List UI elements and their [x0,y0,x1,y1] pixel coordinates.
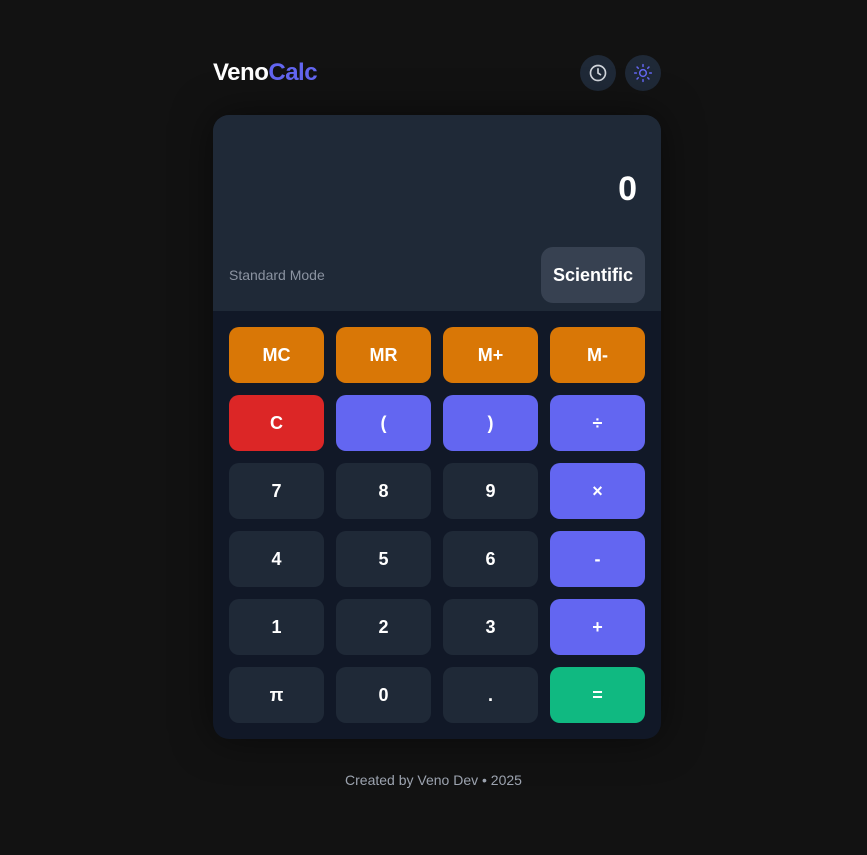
close-paren-button[interactable]: ) [443,395,538,451]
sun-icon [633,63,653,83]
digit-0-button[interactable]: 0 [336,667,431,723]
keypad: MC MR M+ M- C() ÷ 7 8 9 × 4 5 6- 1 2 3 + π 0. = [229,327,645,723]
multiply-button[interactable]: × [550,463,645,519]
memory-add-button[interactable]: M+ [443,327,538,383]
digit-7-button[interactable]: 7 [229,463,324,519]
clock-icon [589,64,607,82]
memory-subtract-button[interactable]: M- [550,327,645,383]
display-panel: 0 Standard Mode Scientific [213,115,661,311]
footer-credit: Created by Veno Dev • 2025 [345,772,522,788]
subtract-button[interactable]: - [550,531,645,587]
digit-1-button[interactable]: 1 [229,599,324,655]
digit-5-button[interactable]: 5 [336,531,431,587]
digit-6-button[interactable]: 6 [443,531,538,587]
display-value: 0 [618,170,637,208]
calculator: 0 Standard Mode Scientific MC MR M+ M- C() ÷ 7… [213,115,661,739]
header-actions [580,55,661,91]
decimal-button[interactable]: . [443,667,538,723]
brand-name-part1: Veno [213,59,269,86]
digit-8-button[interactable]: 8 [336,463,431,519]
brand-name-part2: Calc [268,59,318,86]
mode-label: Standard Mode [229,267,325,283]
add-button[interactable]: + [550,599,645,655]
clear-button[interactable]: C [229,395,324,451]
pi-button[interactable]: π [229,667,324,723]
digit-2-button[interactable]: 2 [336,599,431,655]
app-logo: VenoCalc [213,59,318,87]
history-button[interactable] [580,55,616,91]
equals-button[interactable]: = [550,667,645,723]
memory-recall-button[interactable]: MR [336,327,431,383]
divide-button[interactable]: ÷ [550,395,645,451]
open-paren-button[interactable]: ( [336,395,431,451]
theme-toggle-button[interactable] [625,55,661,91]
memory-clear-button[interactable]: MC [229,327,324,383]
digit-3-button[interactable]: 3 [443,599,538,655]
digit-9-button[interactable]: 9 [443,463,538,519]
digit-4-button[interactable]: 4 [229,531,324,587]
app-header: VenoCalc [213,55,661,91]
scientific-mode-button[interactable]: Scientific [541,247,645,303]
